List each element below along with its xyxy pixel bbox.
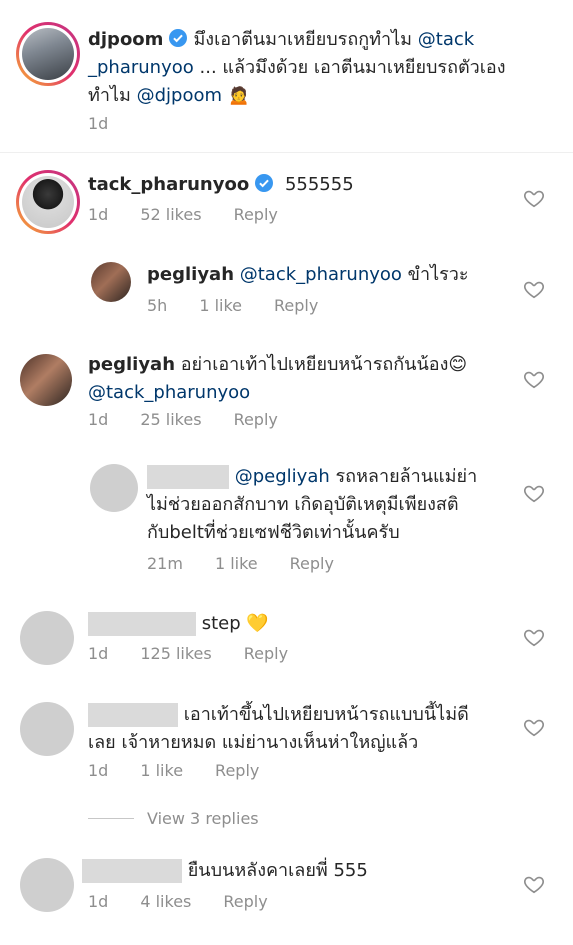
avatar[interactable] [16, 22, 80, 86]
comment-meta: 1d 4 likes Reply [88, 892, 300, 911]
view-replies-line [88, 818, 134, 819]
comment-body: pegliyah @tack_pharunyoo ขำไรวะ [147, 261, 517, 289]
redacted-username[interactable] [88, 612, 196, 636]
likes-count[interactable]: 25 likes [140, 410, 201, 429]
comment-meta: 1d 125 likes Reply [88, 644, 320, 663]
reply-button[interactable]: Reply [244, 644, 288, 663]
username[interactable]: pegliyah [147, 264, 234, 285]
avatar[interactable] [20, 354, 72, 406]
comment-body: เอาเท้าขึ้นไปเหยียบหน้ารถแบบนี้ไม่ดี เลย… [88, 701, 508, 757]
comment-text: ทำไม [88, 85, 131, 106]
likes-count[interactable]: 1 like [215, 554, 258, 573]
reply-button[interactable]: Reply [234, 410, 278, 429]
reply-button[interactable]: Reply [290, 554, 334, 573]
comment-text: รถหลายล้านแม่ย่า [335, 466, 478, 487]
likes-count[interactable]: 1 like [140, 761, 183, 780]
heart-icon[interactable] [523, 716, 545, 738]
reply-button[interactable]: Reply [215, 761, 259, 780]
comment-body: djpoom มึงเอาตีนมาเหยียบรถกูทำไม @tack _p… [88, 26, 558, 110]
mention-link[interactable]: @djpoom [137, 85, 222, 106]
heart-icon[interactable] [523, 873, 545, 895]
comment-text: ... แล้วมึงด้วย เอาตีนมาเหยียบรถตัวเอง [199, 57, 506, 78]
comment-body: pegliyah อย่าเอาเท้าไปเหยียบหน้ารถกันน้อ… [88, 351, 508, 407]
comment-body: ยืนบนหลังคาเลยพี่ 555 [82, 857, 502, 885]
heart-icon[interactable] [523, 187, 545, 209]
comment-meta: 1d 1 like Reply [88, 761, 291, 780]
reply-button[interactable]: Reply [274, 296, 318, 315]
likes-count[interactable]: 52 likes [140, 205, 201, 224]
likes-count[interactable]: 125 likes [140, 644, 211, 663]
redacted-username[interactable] [88, 703, 178, 727]
comment-time: 21m [147, 554, 183, 573]
avatar[interactable] [20, 702, 74, 756]
mention-link[interactable]: @tack [418, 29, 474, 50]
comment-text: ไม่ช่วยออกสักบาท เกิดอุบัติเหตุมีเพียงสต… [147, 494, 459, 515]
mention-link[interactable]: _pharunyoo [88, 57, 194, 78]
avatar[interactable] [91, 262, 131, 302]
divider [0, 152, 573, 153]
comment-time: 1d [88, 761, 109, 780]
comment-meta: 5h 1 like Reply [147, 296, 350, 315]
comment-meta: 1d 52 likes Reply [88, 205, 310, 224]
mention-link[interactable]: @tack_pharunyoo [88, 382, 250, 403]
reply-button[interactable]: Reply [234, 205, 278, 224]
comment-text: มึงเอาตีนมาเหยียบรถกูทำไม [193, 29, 413, 50]
mention-link[interactable]: @pegliyah [235, 466, 330, 487]
mention-link[interactable]: @tack_pharunyoo [240, 264, 402, 285]
comment-text: 555555 [284, 174, 354, 195]
comment-body: tack_pharunyoo 555555 [88, 171, 508, 199]
redacted-username[interactable] [147, 465, 229, 489]
heart-icon[interactable] [523, 278, 545, 300]
username[interactable]: tack_pharunyoo [88, 174, 249, 195]
comment-text: step 💛 [201, 613, 269, 634]
username[interactable]: pegliyah [88, 354, 175, 375]
heart-icon[interactable] [523, 626, 545, 648]
reply-button[interactable]: Reply [223, 892, 267, 911]
comment-text: อย่าเอาเท้าไปเหยียบหน้ารถกันน้อง😊 [180, 354, 468, 375]
comment-text: เลย เจ้าหายหมด แม่ย่านางเห็นห่าใหญ่แล้ว [88, 732, 419, 753]
comment-time: 1d [88, 410, 109, 429]
comment-text: ขำไรวะ [407, 264, 469, 285]
comment-meta: 1d 25 likes Reply [88, 410, 310, 429]
comment-time: 1d [88, 892, 109, 911]
comment-text: ยืนบนหลังคาเลยพี่ 555 [187, 860, 368, 881]
verified-icon [255, 174, 274, 192]
comment-body: step 💛 [88, 610, 508, 638]
emoji: 🙍 [227, 85, 251, 106]
heart-icon[interactable] [523, 482, 545, 504]
avatar[interactable] [20, 611, 74, 665]
avatar[interactable] [16, 170, 80, 234]
likes-count[interactable]: 1 like [199, 296, 242, 315]
username[interactable]: djpoom [88, 29, 163, 50]
avatar[interactable] [20, 858, 74, 912]
comment-time: 5h [147, 296, 168, 315]
avatar[interactable] [90, 464, 138, 512]
comment-meta: 21m 1 like Reply [147, 554, 366, 573]
comment-text: เอาเท้าขึ้นไปเหยียบหน้ารถแบบนี้ไม่ดี [183, 704, 469, 725]
heart-icon[interactable] [523, 368, 545, 390]
likes-count[interactable]: 4 likes [140, 892, 191, 911]
verified-icon [169, 29, 188, 47]
comment-body: @pegliyah รถหลายล้านแม่ย่า ไม่ช่วยออกสัก… [147, 463, 517, 547]
redacted-username[interactable] [82, 859, 182, 883]
comment-time: 1d [88, 644, 109, 663]
comment-text: กับbeltที่ช่วยเซฟชีวิตเท่านั้นครับ [147, 522, 400, 543]
view-replies-button[interactable]: View 3 replies [147, 809, 259, 828]
comment-time: 1d [88, 205, 109, 224]
comment-meta: 1d [88, 114, 140, 133]
comment-time: 1d [88, 114, 109, 133]
